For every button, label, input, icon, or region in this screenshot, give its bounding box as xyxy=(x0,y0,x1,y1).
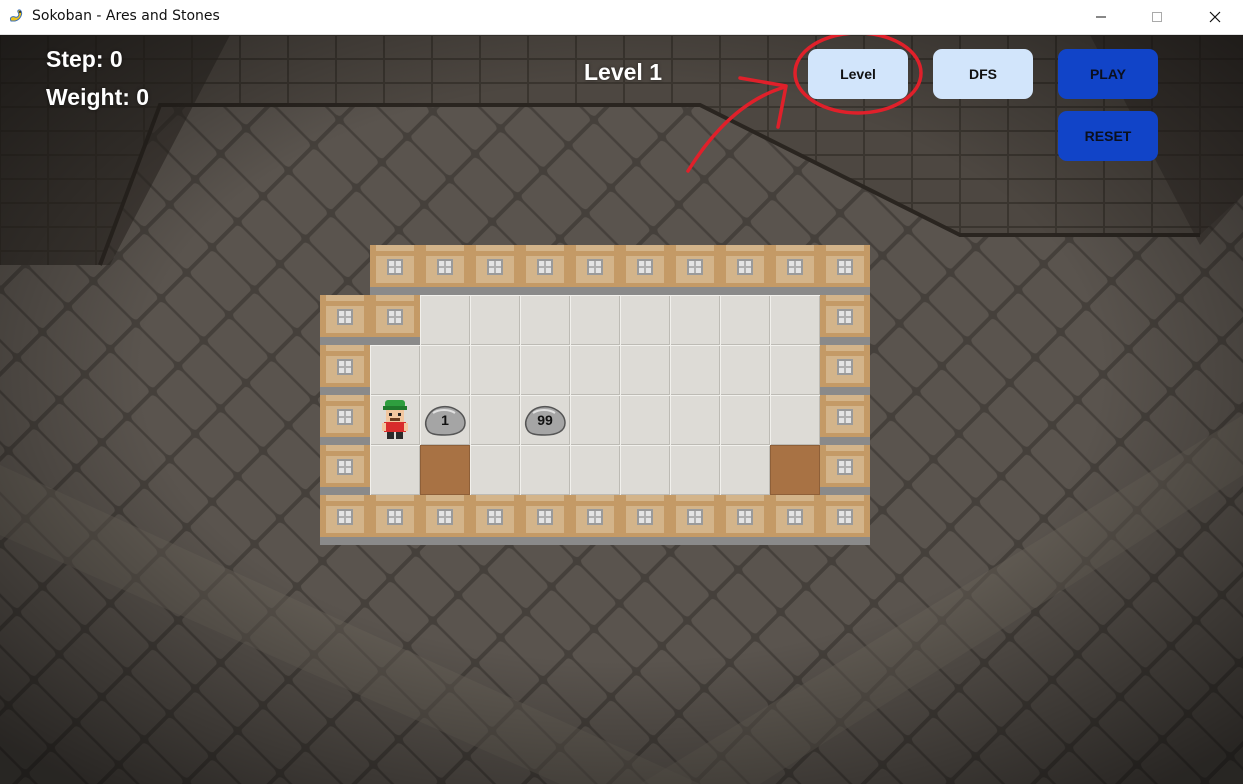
play-button[interactable]: PLAY xyxy=(1058,49,1158,99)
floor-tile xyxy=(770,295,820,345)
floor-tile xyxy=(620,295,670,345)
floor-tile xyxy=(770,395,820,445)
maximize-icon xyxy=(1152,12,1162,22)
minimize-icon xyxy=(1096,16,1106,18)
floor-tile xyxy=(570,345,620,395)
wall-tile xyxy=(470,245,520,295)
algorithm-button[interactable]: DFS xyxy=(933,49,1033,99)
close-button[interactable] xyxy=(1186,0,1243,34)
wall-tile xyxy=(770,495,820,545)
floor-tile xyxy=(420,295,470,345)
floor-tile xyxy=(470,345,520,395)
floor-tile xyxy=(470,295,520,345)
floor-tile xyxy=(370,445,420,495)
wall-tile xyxy=(420,495,470,545)
stone-weight-label: 1 xyxy=(441,412,449,428)
floor-tile xyxy=(570,295,620,345)
floor-tile xyxy=(570,395,620,445)
maximize-button[interactable] xyxy=(1128,0,1186,34)
window-title: Sokoban - Ares and Stones xyxy=(32,8,220,24)
goal-tile xyxy=(420,445,470,495)
wall-tile xyxy=(320,495,370,545)
floor-tile xyxy=(520,345,570,395)
wall-tile xyxy=(370,245,420,295)
wall-tile xyxy=(320,345,370,395)
level-button[interactable]: Level xyxy=(808,49,908,99)
floor-tile xyxy=(670,295,720,345)
player-icon xyxy=(378,398,412,442)
floor-tile xyxy=(770,345,820,395)
stone-weight-label: 99 xyxy=(537,412,553,428)
reset-button[interactable]: RESET xyxy=(1058,111,1158,161)
floor-tile xyxy=(620,395,670,445)
wall-tile xyxy=(520,495,570,545)
wall-tile xyxy=(620,495,670,545)
wall-tile xyxy=(620,245,670,295)
wall-tile xyxy=(470,495,520,545)
goal-tile xyxy=(770,445,820,495)
level-title: Level 1 xyxy=(584,59,662,85)
floor-tile xyxy=(370,345,420,395)
wall-tile xyxy=(820,345,870,395)
wall-tile xyxy=(420,245,470,295)
wall-tile xyxy=(770,245,820,295)
close-icon xyxy=(1209,11,1221,23)
wall-tile xyxy=(370,495,420,545)
window-titlebar: Sokoban - Ares and Stones xyxy=(0,0,1243,35)
wall-tile xyxy=(820,245,870,295)
wall-tile xyxy=(570,245,620,295)
floor-tile xyxy=(570,445,620,495)
wall-tile xyxy=(520,245,570,295)
wall-tile xyxy=(820,445,870,495)
wall-tile xyxy=(720,495,770,545)
floor-tile xyxy=(720,445,770,495)
floor-tile xyxy=(720,295,770,345)
wall-tile xyxy=(320,395,370,445)
wall-tile xyxy=(720,245,770,295)
floor-tile xyxy=(670,345,720,395)
wall-tile xyxy=(320,295,370,345)
game-board: 1 99 xyxy=(320,245,920,561)
floor-tile xyxy=(520,445,570,495)
minimize-button[interactable] xyxy=(1072,0,1130,34)
step-counter: Step: 0 xyxy=(46,46,123,72)
floor-tile xyxy=(720,395,770,445)
floor-tile xyxy=(670,445,720,495)
floor-tile xyxy=(720,345,770,395)
floor-tile xyxy=(420,345,470,395)
game-canvas: Step: 0 Weight: 0 Level 1 Level DFS PLAY… xyxy=(0,35,1243,784)
wall-tile xyxy=(570,495,620,545)
wall-tile xyxy=(670,495,720,545)
wall-tile xyxy=(670,245,720,295)
floor-tile xyxy=(620,445,670,495)
wall-tile xyxy=(820,295,870,345)
wall-tile xyxy=(370,295,420,345)
wall-tile xyxy=(820,395,870,445)
floor-tile xyxy=(520,295,570,345)
floor-tile xyxy=(670,395,720,445)
weight-counter: Weight: 0 xyxy=(46,84,150,110)
pygame-snake-icon xyxy=(10,9,23,22)
wall-tile xyxy=(820,495,870,545)
floor-tile xyxy=(470,445,520,495)
wall-tile xyxy=(320,445,370,495)
floor-tile xyxy=(470,395,520,445)
floor-tile xyxy=(620,345,670,395)
